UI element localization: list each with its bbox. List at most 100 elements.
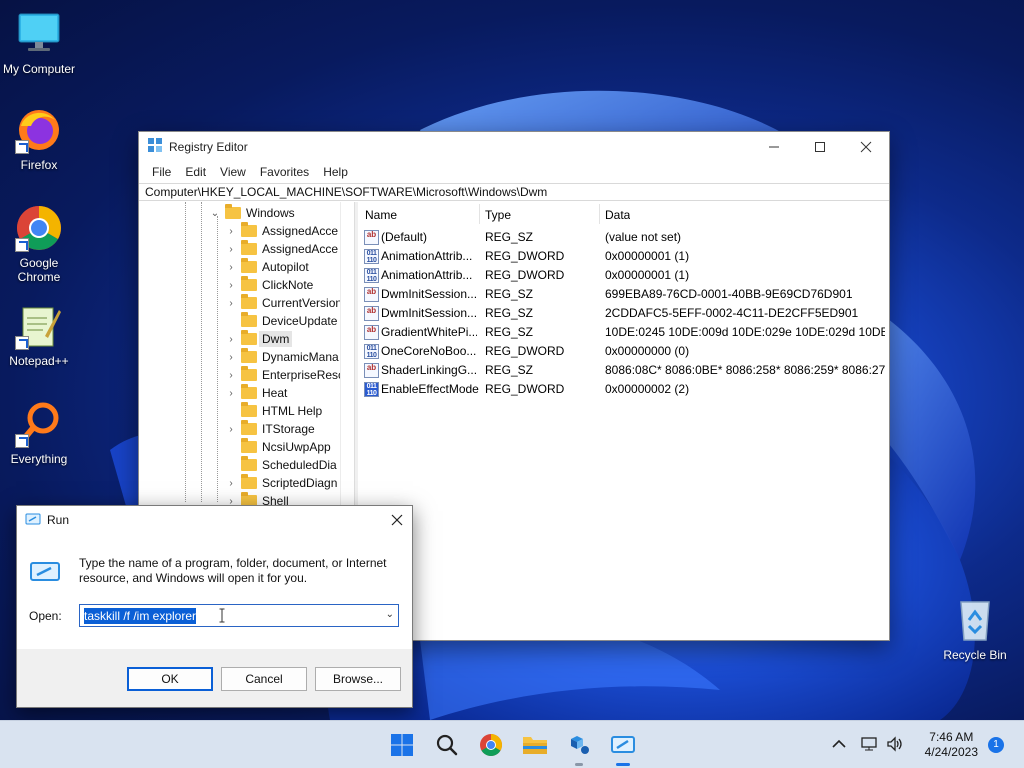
notification-badge[interactable]: 1	[988, 737, 1004, 753]
tree-item[interactable]: DeviceUpdate	[225, 312, 337, 330]
column-header-data[interactable]: Data	[605, 208, 630, 222]
start-button[interactable]	[386, 729, 418, 761]
run-title-bar[interactable]: Run	[17, 506, 412, 534]
chevron-right-icon[interactable]: ›	[225, 243, 237, 255]
tree-item-windows[interactable]: ⌄ Windows	[209, 204, 295, 222]
firefox-icon	[15, 106, 63, 154]
show-hidden-icons-button[interactable]	[832, 738, 846, 752]
tree-item[interactable]: › ScriptedDiagn	[225, 474, 337, 492]
network-icon[interactable]	[860, 736, 878, 755]
tree-item[interactable]: › Heat	[225, 384, 287, 402]
taskbar: 7:46 AM 4/24/2023 1	[0, 720, 1024, 768]
menu-help[interactable]: Help	[316, 165, 355, 179]
chevron-right-icon[interactable]: ›	[225, 225, 237, 237]
desktop-icon-chrome[interactable]: Google Chrome	[1, 204, 77, 284]
run-title: Run	[47, 513, 70, 527]
value-row[interactable]: 011 110 AnimationAttrib... REG_DWORD 0x00…	[358, 266, 889, 285]
open-command-combobox[interactable]: taskkill /f /im explorer ⌄	[79, 604, 399, 627]
chevron-right-icon[interactable]: ›	[225, 333, 237, 345]
string-value-icon: ab	[364, 363, 379, 378]
taskbar-run[interactable]	[607, 729, 639, 766]
menu-file[interactable]: File	[145, 165, 178, 179]
tree-item[interactable]: NcsiUwpApp	[225, 438, 331, 456]
value-row[interactable]: ab ShaderLinkingG... REG_SZ 8086:08C* 80…	[358, 361, 889, 380]
column-header-name[interactable]: Name	[365, 208, 397, 222]
tree-item[interactable]: › ITStorage	[225, 420, 315, 438]
cancel-button[interactable]: Cancel	[221, 667, 307, 691]
run-close-button[interactable]	[382, 506, 412, 534]
tree-item[interactable]: › DynamicMana	[225, 348, 339, 366]
chevron-right-icon[interactable]: ›	[225, 387, 237, 399]
menu-bar: File Edit View Favorites Help	[139, 161, 889, 183]
folder-icon	[241, 438, 257, 453]
value-row[interactable]: ab GradientWhitePi... REG_SZ 10DE:0245 1…	[358, 323, 889, 342]
close-button[interactable]	[843, 132, 889, 161]
string-value-icon: ab	[364, 325, 379, 340]
run-description: Type the name of a program, folder, docu…	[79, 556, 387, 585]
folder-icon	[241, 366, 257, 381]
binary-value-icon: 011 110	[364, 268, 379, 283]
chevron-right-icon[interactable]: ›	[225, 297, 237, 309]
volume-icon[interactable]	[886, 735, 904, 755]
magnifier-icon	[15, 400, 63, 448]
desktop-icon-label: Notepad++	[9, 354, 69, 368]
desktop-icon-recycle-bin[interactable]: Recycle Bin	[937, 596, 1013, 662]
string-value-icon: ab	[364, 287, 379, 302]
minimize-button[interactable]	[751, 132, 797, 161]
running-indicator	[575, 763, 583, 766]
desktop-icon-everything[interactable]: Everything	[1, 400, 77, 466]
chevron-right-icon[interactable]: ›	[225, 423, 237, 435]
column-header-type[interactable]: Type	[485, 208, 511, 222]
run-dialog[interactable]: Run Type the name of a program, folder, …	[16, 505, 413, 708]
chevron-down-icon[interactable]: ⌄	[209, 207, 221, 219]
command-input-text[interactable]: taskkill /f /im explorer	[84, 607, 197, 624]
title-bar[interactable]: Registry Editor	[139, 132, 889, 161]
binary-value-icon: 011 110	[364, 382, 379, 397]
desktop-icon-label: My Computer	[2, 62, 76, 76]
chevron-right-icon[interactable]: ›	[225, 369, 237, 381]
chevron-right-icon[interactable]: ›	[225, 279, 237, 291]
tree-item[interactable]: › CurrentVersion	[225, 294, 342, 312]
folder-icon	[241, 276, 257, 291]
chevron-right-icon[interactable]: ›	[225, 351, 237, 363]
close-icon	[391, 514, 403, 526]
desktop-icon-firefox[interactable]: Firefox	[1, 106, 77, 172]
value-row[interactable]: 011 110 AnimationAttrib... REG_DWORD 0x00…	[358, 247, 889, 266]
tree-item[interactable]: › AssignedAcce	[225, 240, 338, 258]
maximize-button[interactable]	[797, 132, 843, 161]
menu-favorites[interactable]: Favorites	[253, 165, 316, 179]
desktop-icon-notepadpp[interactable]: Notepad++	[1, 302, 77, 368]
tree-item[interactable]: HTML Help	[225, 402, 322, 420]
tree-item[interactable]: ScheduledDia	[225, 456, 337, 474]
clock[interactable]: 7:46 AM 4/24/2023	[925, 730, 978, 760]
tree-item[interactable]: › EnterpriseResc	[225, 366, 344, 384]
menu-edit[interactable]: Edit	[178, 165, 213, 179]
notepadpp-icon	[15, 302, 63, 350]
chevron-right-icon[interactable]: ›	[225, 477, 237, 489]
chevron-down-icon[interactable]: ⌄	[386, 609, 394, 620]
folder-icon	[241, 312, 257, 327]
chevron-right-icon[interactable]: ›	[225, 261, 237, 273]
chrome-icon	[15, 204, 63, 252]
value-row[interactable]: ab DwmInitSession... REG_SZ 2CDDAFC5-5EF…	[358, 304, 889, 323]
tree-item[interactable]: › Autopilot	[225, 258, 309, 276]
recycle-bin-icon	[951, 596, 999, 644]
search-button[interactable]	[431, 729, 463, 761]
tree-item[interactable]: › ClickNote	[225, 276, 313, 294]
taskbar-file-explorer[interactable]	[519, 729, 551, 761]
value-row[interactable]: ab (Default) REG_SZ (value not set)	[358, 228, 889, 247]
menu-view[interactable]: View	[213, 165, 253, 179]
values-list-pane[interactable]: Name Type Data ab (Default) REG_SZ (valu…	[358, 202, 889, 640]
taskbar-regedit[interactable]	[563, 729, 595, 766]
tree-item[interactable]: › AssignedAcce	[225, 222, 338, 240]
tree-item-dwm-selected[interactable]: › Dwm	[225, 330, 293, 348]
value-row[interactable]: 011 110 OneCoreNoBoo... REG_DWORD 0x00000…	[358, 342, 889, 361]
value-row[interactable]: 011 110 EnableEffectMode REG_DWORD 0x0000…	[358, 380, 889, 399]
browse-button[interactable]: Browse...	[315, 667, 401, 691]
desktop-icon-my-computer[interactable]: My Computer	[1, 10, 77, 76]
ok-button[interactable]: OK	[127, 667, 213, 691]
taskbar-chrome[interactable]	[475, 729, 507, 761]
run-body: Type the name of a program, folder, docu…	[17, 534, 412, 649]
value-row[interactable]: ab DwmInitSession... REG_SZ 699EBA89-76C…	[358, 285, 889, 304]
address-bar[interactable]: Computer\HKEY_LOCAL_MACHINE\SOFTWARE\Mic…	[139, 183, 889, 201]
